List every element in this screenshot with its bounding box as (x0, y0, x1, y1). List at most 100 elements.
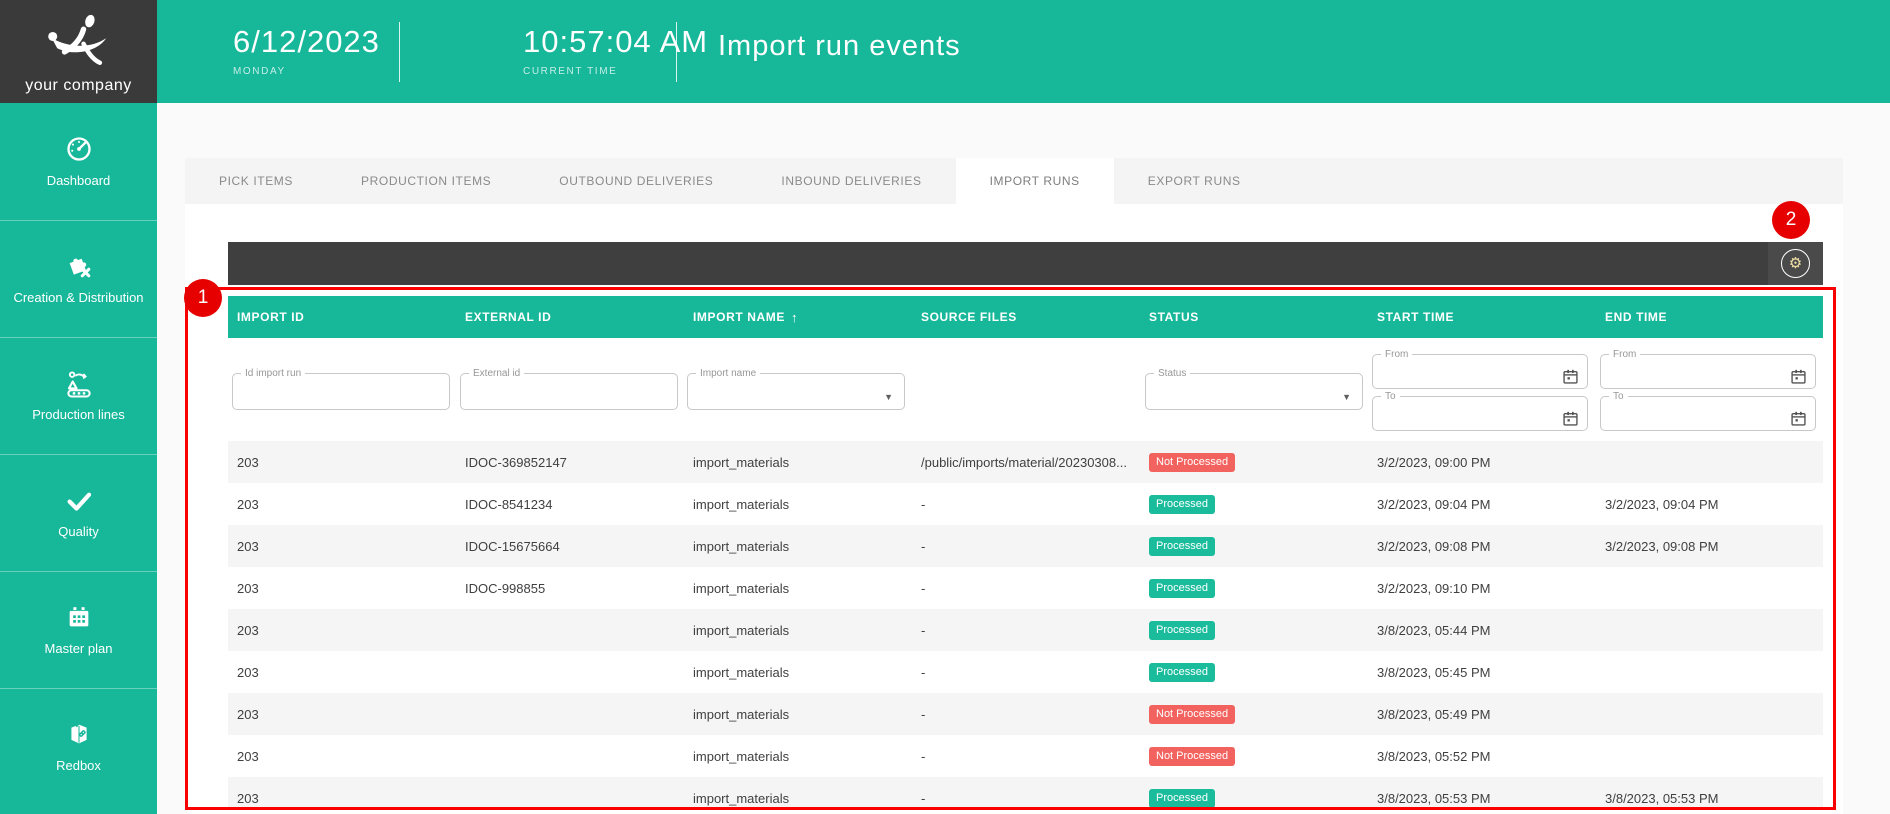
cell-import-name: import_materials (684, 665, 912, 680)
calendar-icon (65, 603, 93, 635)
calendar-picker-icon[interactable] (1791, 411, 1806, 431)
table-row[interactable]: 203import_materials-Processed3/8/2023, 0… (228, 777, 1823, 810)
sidebar-item-label: Creation & Distribution (7, 290, 149, 306)
status-badge: Processed (1149, 789, 1215, 808)
cell-import-name: import_materials (684, 497, 912, 512)
cell-status: Not Processed (1140, 453, 1368, 472)
column-header-start-time[interactable]: START TIME (1368, 310, 1596, 324)
filter-start-to: To (1372, 391, 1588, 431)
status-badge: Processed (1149, 663, 1215, 682)
filter-end-from: From (1600, 349, 1816, 389)
filter-label: Id import run (241, 368, 305, 379)
cell-source-files: - (912, 497, 1140, 512)
cell-start-time: 3/8/2023, 05:44 PM (1368, 623, 1596, 638)
sidebar-item-dashboard[interactable]: Dashboard (0, 103, 157, 220)
cell-end-time: 3/2/2023, 09:08 PM (1596, 539, 1823, 554)
conveyor-icon (64, 369, 94, 401)
cell-start-time: 3/8/2023, 05:49 PM (1368, 707, 1596, 722)
cell-import-name: import_materials (684, 749, 912, 764)
filter-label: Import name (696, 368, 760, 379)
column-header-end-time[interactable]: END TIME (1596, 310, 1823, 324)
cell-source-files: - (912, 791, 1140, 806)
sidebar-item-label: Redbox (50, 758, 107, 774)
tab-pick-items[interactable]: PICK ITEMS (185, 158, 327, 204)
start-to-input[interactable] (1373, 402, 1587, 424)
cell-status: Processed (1140, 495, 1368, 514)
filter-start-from: From (1372, 349, 1588, 389)
id-import-run-input[interactable] (233, 379, 449, 401)
tab-production-items[interactable]: PRODUCTION ITEMS (327, 158, 525, 204)
table-row[interactable]: 203import_materials-Processed3/8/2023, 0… (228, 609, 1823, 651)
tab-outbound-deliveries[interactable]: OUTBOUND DELIVERIES (525, 158, 747, 204)
cell-import-id: 203 (228, 791, 456, 806)
puzzle-x-icon (65, 252, 93, 284)
app-root: your company Dashboard Creation & Distrib… (0, 0, 1890, 814)
end-from-input[interactable] (1601, 360, 1815, 382)
cell-import-name: import_materials (684, 455, 912, 470)
header-divider (399, 22, 400, 82)
cell-external-id: IDOC-998855 (456, 581, 684, 596)
sidebar-item-master-plan[interactable]: Master plan (0, 571, 157, 688)
check-icon (64, 486, 94, 518)
table-row[interactable]: 203IDOC-998855import_materials-Processed… (228, 567, 1823, 609)
status-badge: Processed (1149, 621, 1215, 640)
sidebar-nav: Dashboard Creation & Distribution Producti… (0, 103, 157, 805)
calendar-picker-icon[interactable] (1563, 369, 1578, 389)
column-header-import-name[interactable]: IMPORT NAME↑ (684, 310, 912, 325)
table-header-row: IMPORT IDEXTERNAL IDIMPORT NAME↑SOURCE F… (228, 296, 1823, 338)
cell-source-files: - (912, 623, 1140, 638)
sidebar-item-production-lines[interactable]: Production lines (0, 337, 157, 454)
status-badge: Not Processed (1149, 705, 1235, 724)
calendar-picker-icon[interactable] (1791, 369, 1806, 389)
top-header: 6/12/2023 MONDAY 10:57:04 AM CURRENT TIM… (157, 0, 1890, 103)
table-row[interactable]: 203import_materials-Not Processed3/8/202… (228, 693, 1823, 735)
cell-start-time: 3/2/2023, 09:10 PM (1368, 581, 1596, 596)
cell-start-time: 3/8/2023, 05:45 PM (1368, 665, 1596, 680)
column-header-source-files[interactable]: SOURCE FILES (912, 310, 1140, 324)
table-row[interactable]: 203IDOC-8541234import_materials-Processe… (228, 483, 1823, 525)
sidebar-item-creation-distribution[interactable]: Creation & Distribution (0, 220, 157, 337)
sidebar-item-redbox[interactable]: Redbox (0, 688, 157, 805)
logo-icon (41, 12, 117, 77)
filter-external-id: External id (460, 368, 678, 410)
table-filter-row: Id import run External id Import name ▼ … (228, 338, 1823, 441)
sort-ascending-icon: ↑ (791, 310, 798, 325)
import-name-select[interactable] (688, 379, 904, 401)
cell-import-id: 203 (228, 749, 456, 764)
chevron-down-icon: ▼ (884, 392, 893, 402)
cell-import-name: import_materials (684, 707, 912, 722)
calendar-picker-icon[interactable] (1563, 411, 1578, 431)
company-logo[interactable]: your company (0, 0, 157, 103)
table-row[interactable]: 203IDOC-15675664import_materials-Process… (228, 525, 1823, 567)
gear-icon: ⚙ (1781, 249, 1810, 278)
cell-source-files: - (912, 749, 1140, 764)
column-header-external-id[interactable]: EXTERNAL ID (456, 310, 684, 324)
cell-end-time: 3/8/2023, 05:53 PM (1596, 791, 1823, 806)
table-row[interactable]: 203import_materials-Not Processed3/8/202… (228, 735, 1823, 777)
table-row[interactable]: 203import_materials-Processed3/8/2023, 0… (228, 651, 1823, 693)
import-runs-table: IMPORT IDEXTERNAL IDIMPORT NAME↑SOURCE F… (228, 296, 1823, 810)
sidebar: your company Dashboard Creation & Distrib… (0, 0, 157, 814)
table-settings-button[interactable]: ⚙ (1768, 242, 1823, 285)
cell-status: Processed (1140, 663, 1368, 682)
tab-import-runs[interactable]: IMPORT RUNS (956, 158, 1114, 204)
tab-export-runs[interactable]: EXPORT RUNS (1114, 158, 1275, 204)
status-badge: Processed (1149, 579, 1215, 598)
filter-label: Status (1154, 368, 1190, 379)
column-header-import-id[interactable]: IMPORT ID (228, 310, 456, 324)
cell-start-time: 3/8/2023, 05:52 PM (1368, 749, 1596, 764)
column-header-status[interactable]: STATUS (1140, 310, 1368, 324)
tab-inbound-deliveries[interactable]: INBOUND DELIVERIES (747, 158, 955, 204)
sidebar-item-label: Quality (52, 524, 104, 540)
end-to-input[interactable] (1601, 402, 1815, 424)
cell-source-files: /public/imports/material/20230308... (912, 455, 1140, 470)
cell-external-id: IDOC-15675664 (456, 539, 684, 554)
status-select[interactable] (1146, 379, 1362, 401)
start-from-input[interactable] (1373, 360, 1587, 382)
table-row[interactable]: 203IDOC-369852147import_materials/public… (228, 441, 1823, 483)
filter-status: Status ▼ (1145, 368, 1363, 410)
status-badge: Processed (1149, 495, 1215, 514)
current-time: 10:57:04 AM (523, 24, 708, 60)
external-id-input[interactable] (461, 379, 677, 401)
sidebar-item-quality[interactable]: Quality (0, 454, 157, 571)
